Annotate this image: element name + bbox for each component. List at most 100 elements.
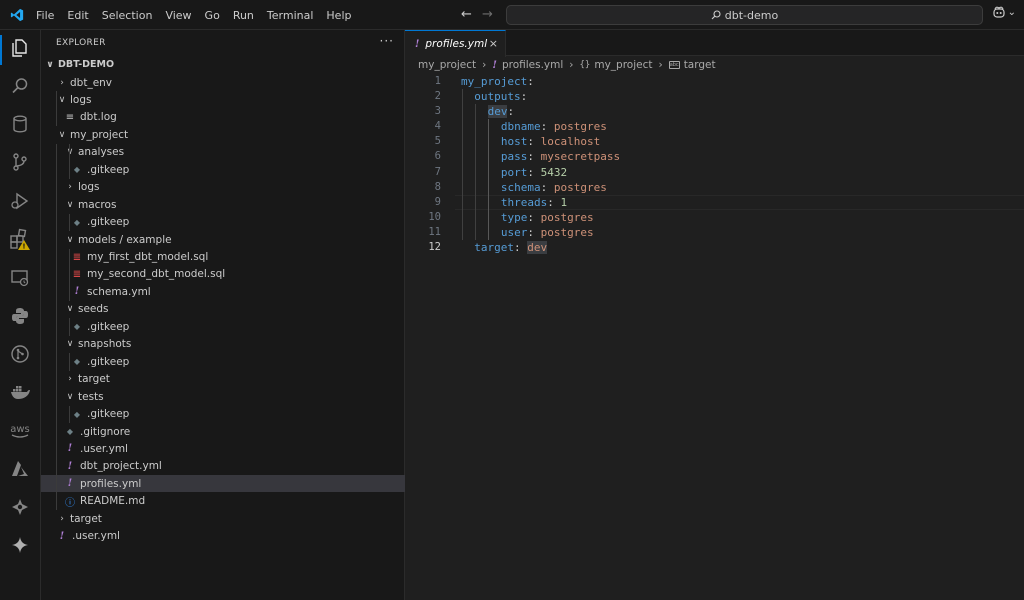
search-icon[interactable] [9, 75, 31, 97]
tree-file[interactable]: ≣ my_first_dbt_model.sql [41, 249, 405, 266]
code-line: 11 user: postgres [405, 225, 1024, 240]
tree-file[interactable]: ≣ my_second_dbt_model.sql [41, 266, 405, 283]
yaml-key: target [474, 241, 515, 255]
tree-item-label: target [78, 373, 110, 386]
yaml-file-icon: ! [67, 443, 73, 455]
tree-item-label: target [70, 512, 102, 525]
yaml-key: dev [487, 105, 508, 119]
run-debug-icon[interactable] [9, 190, 31, 212]
tree-folder[interactable]: ∨ snapshots [41, 336, 405, 353]
colon: : [527, 135, 535, 149]
breadcrumb-item[interactable]: target [684, 59, 716, 71]
database-icon[interactable] [9, 113, 31, 135]
yaml-key: threads [500, 195, 548, 209]
tree-file[interactable]: ◆ .gitkeep [41, 214, 405, 231]
menu-help[interactable]: Help [326, 9, 351, 22]
yaml-key: pass [500, 150, 528, 164]
tree-folder[interactable]: ∨ analyses [41, 144, 405, 161]
tree-file[interactable]: ⓘ README.md [41, 493, 405, 510]
tree-folder[interactable]: ∨ seeds [41, 301, 405, 318]
tree-file[interactable]: ! schema.yml [41, 283, 405, 300]
azure-icon[interactable] [9, 458, 31, 480]
colon: : [547, 195, 554, 209]
tree-item-label: .gitignore [80, 425, 131, 438]
github-icon[interactable] [9, 343, 31, 365]
line-number: 8 [434, 180, 441, 193]
tree-folder[interactable]: ∨ models / example [41, 231, 405, 248]
tree-item-label: dbt_project.yml [80, 460, 162, 473]
dbt-icon[interactable] [9, 496, 31, 518]
menu-terminal[interactable]: Terminal [267, 9, 314, 22]
sql-file-icon: ≣ [72, 268, 82, 280]
copilot-menu[interactable]: ⌄ [992, 6, 1016, 18]
breadcrumb-item[interactable]: my_project [418, 59, 476, 71]
tree-folder[interactable]: ∨ tests [41, 388, 405, 405]
back-arrow-icon[interactable]: ← [461, 7, 472, 22]
tree-file[interactable]: ◆ .gitignore [41, 423, 405, 440]
tab-label: profiles.yml [425, 38, 488, 50]
gitkeep-file-icon: ◆ [73, 357, 81, 367]
info-file-icon: ⓘ [65, 497, 75, 509]
code-text: host: localhost [501, 134, 600, 149]
menu-bar: File Edit Selection View Go Run Terminal Help [36, 0, 364, 30]
menu-selection[interactable]: Selection [102, 9, 153, 22]
sql-file-icon: ≣ [72, 251, 82, 263]
python-icon[interactable] [9, 305, 31, 327]
source-control-icon[interactable] [9, 151, 31, 173]
tree-folder[interactable]: › target [41, 510, 405, 527]
remote-explorer-icon[interactable] [9, 267, 31, 289]
tree-item-label: README.md [80, 495, 146, 508]
tree-folder[interactable]: › logs [41, 179, 405, 196]
tree-file[interactable]: ! .user.yml [41, 528, 405, 545]
tree-item-label: logs [70, 93, 92, 106]
menu-edit[interactable]: Edit [67, 9, 88, 22]
yaml-key: my_project [461, 75, 528, 88]
tree-folder[interactable]: ∨ macros [41, 196, 405, 213]
menu-file[interactable]: File [36, 9, 54, 22]
extensions-icon[interactable]: ! [9, 228, 31, 250]
colon: : [527, 150, 535, 164]
aws-icon[interactable]: aws [9, 420, 31, 442]
tree-file[interactable]: ◆ .gitkeep [41, 161, 405, 178]
code-line: 12 target: dev [405, 240, 1024, 255]
tree-indent-guide [69, 213, 70, 232]
code-line: 7 port: 5432 [405, 165, 1024, 180]
explorer-root-folder[interactable]: ∨ DBT-DEMO [41, 56, 405, 73]
tree-folder[interactable]: ∨ my_project [41, 126, 405, 143]
tree-file[interactable]: ◆ .gitkeep [41, 406, 405, 423]
tree-file[interactable]: ! .user.yml [41, 440, 405, 457]
code-line: 6 pass: mysecretpass [405, 149, 1024, 164]
gitkeep-file-icon: ◆ [73, 409, 81, 419]
tree-folder[interactable]: › dbt_env [41, 74, 405, 91]
sparkle-icon[interactable] [9, 534, 31, 556]
breadcrumb-item[interactable]: my_project [594, 59, 652, 71]
tree-file[interactable]: ! dbt_project.yml [41, 458, 405, 475]
chevron-down-icon: ∨ [66, 147, 74, 158]
tree-indent-guide [56, 143, 57, 511]
command-center-search[interactable]: dbt-demo [506, 5, 983, 25]
tab-profiles-yml[interactable]: ! profiles.yml × [405, 30, 506, 57]
menu-run[interactable]: Run [233, 9, 254, 22]
more-actions-icon[interactable]: ··· [380, 34, 394, 48]
tree-file[interactable]: ≡ dbt.log [41, 109, 405, 126]
breadcrumb-item[interactable]: profiles.yml [502, 59, 563, 71]
files-icon[interactable] [9, 37, 31, 59]
tree-file[interactable]: ◆ .gitkeep [41, 318, 405, 335]
tree-item-label: profiles.yml [80, 477, 142, 490]
menu-view[interactable]: View [165, 9, 191, 22]
tree-file[interactable]: ◆ .gitkeep [41, 353, 405, 370]
tree-folder[interactable]: ∨ logs [41, 91, 405, 108]
yaml-value: postgres [553, 180, 607, 194]
yaml-key: port [500, 165, 528, 179]
close-icon[interactable]: × [489, 37, 498, 50]
code-editor[interactable]: 1 my_project: 2 outputs: 3 dev: 4 dbname: postg… [405, 74, 1024, 255]
tree-folder[interactable]: › target [41, 371, 405, 388]
chevron-down-icon: ∨ [58, 129, 66, 140]
svg-text:!: ! [22, 243, 25, 251]
menu-go[interactable]: Go [205, 9, 220, 22]
colon: : [540, 180, 548, 194]
vscode-logo-icon [10, 8, 24, 22]
docker-icon[interactable] [9, 381, 31, 403]
forward-arrow-icon[interactable]: → [482, 7, 493, 22]
tree-file[interactable]: ! profiles.yml [41, 475, 405, 493]
